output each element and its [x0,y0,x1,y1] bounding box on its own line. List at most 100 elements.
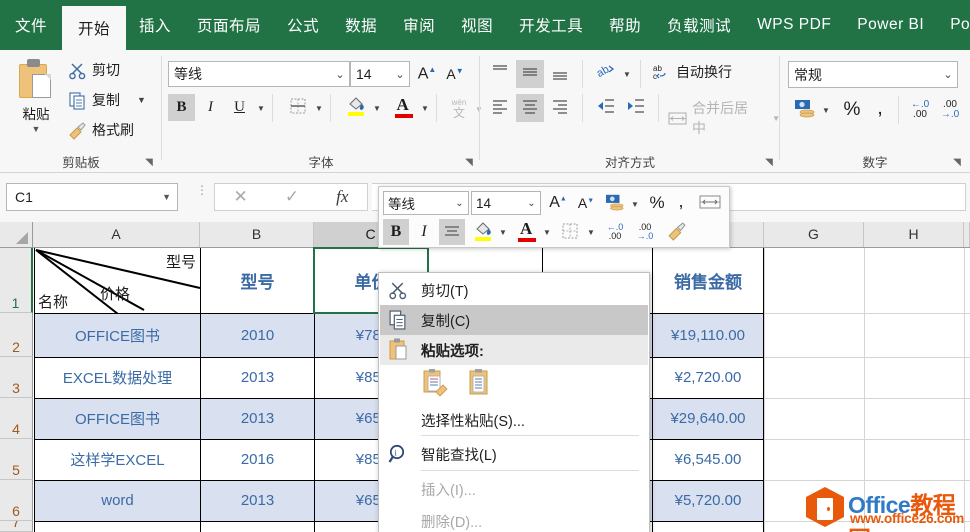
cell-f5[interactable]: ¥6,545.00 [653,439,763,480]
context-menu-item-copy[interactable]: 复制(C) [380,305,648,335]
number-format-combo[interactable]: 常规 ⌄ [788,61,958,88]
clipboard-dialog-launcher[interactable]: ◥ [142,156,156,170]
format-painter-button[interactable]: 格式刷 [68,120,134,140]
phonetic-guide-button[interactable]: wén 文 [446,94,472,122]
cell-a5[interactable]: 这样学EXCEL [35,439,200,480]
mini-font-color-button[interactable]: A [513,218,541,246]
paste-formatting-button[interactable] [420,368,454,400]
cell-c5[interactable]: ¥85. [315,439,385,480]
align-center-button[interactable] [516,94,544,122]
paste-button[interactable]: 粘贴 ▼ [8,58,64,146]
column-header-a[interactable]: A [33,222,200,247]
mini-font-size-combo[interactable]: 14 ⌄ [471,191,541,215]
row-header-3[interactable]: 3 [0,357,33,398]
mini-fill-chevron-down-icon[interactable]: ▼ [499,228,507,237]
align-middle-button[interactable] [516,60,544,88]
align-right-button[interactable] [546,94,574,122]
cell-a6[interactable]: word [35,480,200,521]
ribbon-tab-wps-pdf[interactable]: WPS PDF [744,0,844,50]
ribbon-tab-page-layout[interactable]: 页面布局 [184,0,274,50]
confirm-check-icon[interactable]: ✓ [285,187,299,207]
context-menu-item-paste-special[interactable]: 选择性粘贴(S)... [380,405,648,435]
number-dialog-launcher[interactable]: ◥ [950,156,964,170]
mini-accounting-chevron-down-icon[interactable]: ▼ [631,200,639,209]
chevron-down-icon[interactable]: ▼ [137,95,146,105]
cell-b5[interactable]: 2016 [201,439,314,480]
fx-icon[interactable]: fx [336,187,348,207]
underline-button[interactable]: U [226,94,253,121]
mini-shrink-font-button[interactable]: A▼ [573,191,599,215]
comma-style-button[interactable]: , [868,94,892,122]
merge-center-button[interactable]: 合并后居中 ▼ [668,98,780,138]
select-all-corner[interactable] [0,222,33,247]
font-name-combo[interactable]: 等线 ⌄ [168,61,350,87]
chevron-down-icon[interactable]: ⌄ [939,68,957,81]
bold-button[interactable]: B [168,94,195,121]
align-bottom-button[interactable] [546,60,574,88]
cell-f3[interactable]: ¥2,720.00 [653,357,763,398]
mini-accounting-button[interactable] [601,191,629,215]
copy-button[interactable]: 复制 ▼ [68,90,146,110]
cell-b1[interactable]: 型号 [201,248,314,313]
cell-a3[interactable]: EXCEL数据处理 [35,357,200,398]
fill-color-button[interactable] [342,94,369,121]
mini-comma-button[interactable]: , [671,189,691,213]
mini-font-name-combo[interactable]: 等线 ⌄ [383,191,469,215]
align-left-button[interactable] [486,94,514,122]
cell-c6[interactable]: ¥65. [315,480,385,521]
font-dialog-launcher[interactable]: ◥ [462,156,476,170]
align-top-button[interactable] [486,60,514,88]
cell-a4[interactable]: OFFICE图书 [35,398,200,439]
ribbon-tab-insert[interactable]: 插入 [126,0,184,50]
mini-borders-chevron-down-icon[interactable]: ▼ [587,228,595,237]
ribbon-tab-developer[interactable]: 开发工具 [506,0,596,50]
ribbon-tab-file[interactable]: 文件 [0,0,62,50]
mini-fill-color-button[interactable] [469,218,497,246]
column-header-i[interactable] [964,222,970,247]
row-header-4[interactable]: 4 [0,398,33,439]
cell-c3[interactable]: ¥85. [315,357,385,398]
context-menu-item-smart-lookup[interactable]: i 智能查找(L) [380,439,648,469]
mini-merge-center-button[interactable] [695,191,725,215]
decrease-decimal-button[interactable]: .00 →.0 [936,96,964,124]
ribbon-tab-data[interactable]: 数据 [332,0,390,50]
cell-a2[interactable]: OFFICE图书 [35,313,200,357]
cut-button[interactable]: 剪切 [68,60,120,80]
text-orientation-button[interactable]: ab [592,60,620,88]
formula-bar-grip[interactable]: ⋮ [196,187,208,194]
font-color-button[interactable]: A [390,94,417,121]
underline-chevron-down-icon[interactable]: ▼ [257,104,265,113]
ribbon-tab-power-pivot[interactable]: Powe [937,0,970,50]
column-header-b[interactable]: B [200,222,314,247]
cell-f4[interactable]: ¥29,640.00 [653,398,763,439]
ribbon-tab-help[interactable]: 帮助 [596,0,654,50]
cell-c4[interactable]: ¥65. [315,398,385,439]
increase-indent-button[interactable] [622,94,650,122]
borders-chevron-down-icon[interactable]: ▼ [315,104,323,113]
ribbon-tab-home[interactable]: 开始 [62,6,126,50]
cell-f6[interactable]: ¥5,720.00 [653,480,763,521]
column-header-h[interactable]: H [864,222,964,247]
ribbon-tab-power-bi[interactable]: Power BI [844,0,937,50]
orientation-chevron-down-icon[interactable]: ▼ [623,70,631,79]
mini-format-painter-button[interactable] [663,219,691,245]
cell-b4[interactable]: 2013 [201,398,314,439]
fill-color-chevron-down-icon[interactable]: ▼ [373,104,381,113]
cell-b2[interactable]: 2010 [201,313,314,357]
mini-font-color-chevron-down-icon[interactable]: ▼ [543,228,551,237]
ribbon-tab-formulas[interactable]: 公式 [274,0,332,50]
mini-increase-decimal-button[interactable]: ←.0 .00 [601,219,629,245]
font-size-combo[interactable]: 14 ⌄ [350,61,410,87]
shrink-font-button[interactable]: A▼ [442,61,468,87]
italic-button[interactable]: I [197,94,224,121]
row-header-5[interactable]: 5 [0,439,33,480]
percent-style-button[interactable]: % [838,96,866,124]
chevron-down-icon[interactable]: ▼ [32,124,41,134]
mini-decrease-decimal-button[interactable]: .00 →.0 [631,219,659,245]
row-header-2[interactable]: 2 [0,313,33,357]
font-color-chevron-down-icon[interactable]: ▼ [421,104,429,113]
increase-decimal-button[interactable]: ←.0 .00 [906,96,934,124]
context-menu-item-cut[interactable]: 剪切(T) [380,275,648,305]
chevron-down-icon[interactable]: ▼ [162,192,171,202]
accounting-format-button[interactable] [790,96,820,124]
